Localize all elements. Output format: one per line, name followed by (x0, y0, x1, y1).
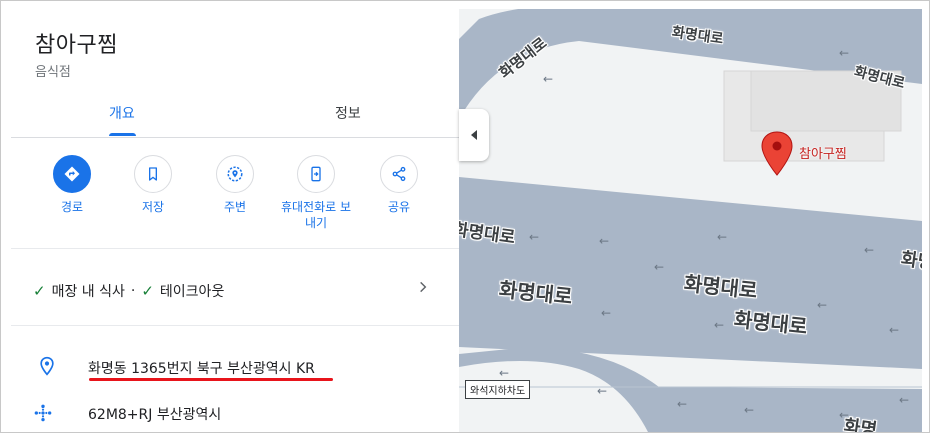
send-to-phone-icon (297, 155, 335, 193)
svg-text:←: ← (601, 306, 611, 320)
place-title: 참아구찜 (35, 33, 118, 58)
takeout-label: 테이크아웃 (159, 284, 225, 300)
svg-text:←: ← (677, 397, 687, 411)
active-tab-indicator (109, 133, 136, 136)
svg-text:←: ← (499, 366, 509, 380)
svg-text:←: ← (899, 393, 909, 407)
tab-bar: 개요 정보 (11, 95, 459, 138)
collapse-panel-button[interactable] (459, 109, 489, 161)
directions-button[interactable]: 경로 (27, 155, 117, 215)
send-to-phone-label-line2: 내기 (304, 216, 328, 230)
send-to-phone-label: 휴대전화로 보 내기 (271, 199, 361, 231)
nearby-icon (216, 155, 254, 193)
plus-code-icon (33, 403, 53, 427)
map-place-label[interactable]: 참아구찜 (799, 143, 847, 162)
section-divider (11, 248, 459, 249)
place-category: 음식점 (35, 65, 71, 80)
tab-about[interactable]: 정보 (335, 103, 361, 123)
svg-text:←: ← (714, 318, 724, 332)
service-options[interactable]: ✓ 매장 내 식사 · ✓ 테이크아웃 (33, 281, 224, 301)
share-label: 공유 (387, 200, 411, 214)
share-button[interactable]: 공유 (354, 155, 444, 215)
svg-text:←: ← (744, 403, 754, 417)
location-pin-icon (37, 355, 57, 381)
save-button[interactable]: 저장 (108, 155, 198, 215)
dine-in-label: 매장 내 식사 (51, 284, 125, 300)
bookmark-icon (134, 155, 172, 193)
action-buttons: 경로 저장 주변 휴대전화로 보 내기 공유 (11, 155, 459, 247)
place-panel: 참아구찜 음식점 개요 정보 경로 저장 주변 휴대전화로 보 내기 공유 ✓ … (11, 9, 459, 432)
svg-text:←: ← (654, 260, 664, 274)
svg-text:←: ← (889, 323, 899, 337)
check-icon: ✓ (33, 282, 46, 300)
map-view[interactable]: ← ← ← ← ← ← ← ← ← ← ← ← ← ← ← ← ← ← 화명대로 화명대로 화명대로 화… (459, 9, 922, 433)
tab-overview[interactable]: 개요 (109, 103, 135, 123)
svg-text:←: ← (597, 384, 607, 398)
caret-left-icon (471, 130, 477, 140)
share-icon (380, 155, 418, 193)
directions-icon (53, 155, 91, 193)
svg-text:←: ← (717, 230, 727, 244)
directions-label: 경로 (60, 200, 84, 214)
nearby-button[interactable]: 주변 (190, 155, 280, 215)
svg-text:←: ← (543, 72, 553, 86)
plus-code-text: 62M8+RJ 부산광역시 (88, 407, 222, 423)
save-label: 저장 (141, 200, 165, 214)
window-frame: 참아구찜 음식점 개요 정보 경로 저장 주변 휴대전화로 보 내기 공유 ✓ … (0, 0, 930, 433)
map-canvas: ← ← ← ←←← ←←← ←←← ← ← ← ←←← (459, 9, 922, 432)
address-text: 화명동 1365번지 북구 부산광역시 KR (88, 361, 315, 377)
send-to-phone-button[interactable]: 휴대전화로 보 내기 (271, 155, 361, 231)
section-divider (11, 325, 459, 326)
svg-text:←: ← (839, 46, 849, 60)
address-highlight-underline (89, 378, 333, 381)
road-label: 화명 (842, 415, 879, 433)
svg-text:←: ← (599, 234, 609, 248)
separator-dot: · (130, 283, 136, 299)
nearby-label: 주변 (223, 200, 247, 214)
check-icon: ✓ (141, 282, 154, 300)
svg-text:←: ← (864, 243, 874, 257)
chevron-right-icon[interactable] (416, 279, 430, 298)
send-to-phone-label-line1: 휴대전화로 보 (280, 200, 352, 214)
svg-text:←: ← (817, 298, 827, 312)
plus-code-row[interactable]: 62M8+RJ 부산광역시 (11, 403, 459, 425)
svg-text:←: ← (529, 230, 539, 244)
underpass-label: 와석지하차도 (465, 380, 531, 399)
